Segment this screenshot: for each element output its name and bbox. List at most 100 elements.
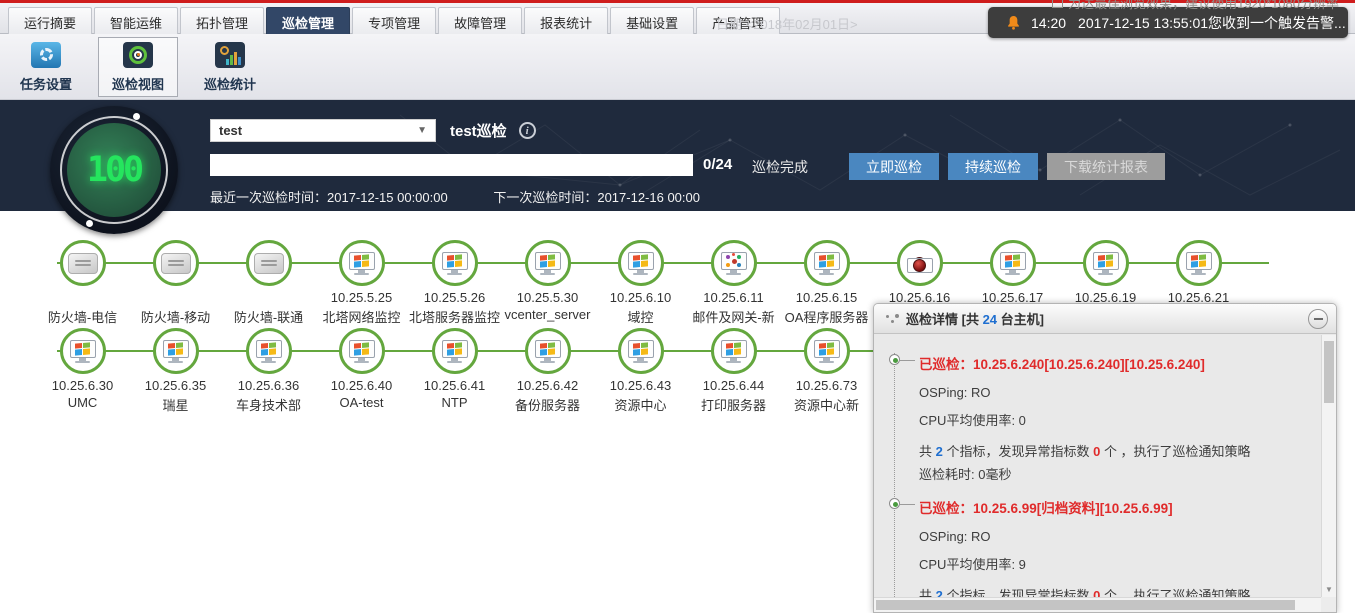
toolbar-item-icon [123, 42, 153, 68]
device-node[interactable]: 10.25.6.40 OA-test [315, 328, 408, 411]
device-name: 防火墙-联通 [222, 307, 315, 323]
device-ip [222, 290, 315, 307]
device-name: 瑞星 [129, 395, 222, 411]
device-node[interactable]: 10.25.6.15 OA程序服务器 [780, 240, 873, 323]
device-ip: 10.25.6.11 [687, 290, 780, 307]
device-circle[interactable] [60, 240, 106, 286]
device-name: 北塔服务器监控 [408, 307, 501, 323]
device-circle[interactable] [1176, 240, 1222, 286]
device-node[interactable]: 10.25.6.11 邮件及网关-新 [687, 240, 780, 323]
device-circle[interactable] [897, 240, 943, 286]
tree-bullet-icon[interactable] [889, 354, 900, 365]
device-icon [442, 340, 468, 363]
host-count: 24 [983, 312, 997, 327]
device-node[interactable]: 10.25.6.41 NTP [408, 328, 501, 411]
device-ip: 10.25.6.15 [780, 290, 873, 307]
device-circle[interactable] [246, 328, 292, 374]
vertical-scrollbar-thumb[interactable] [1324, 341, 1334, 403]
device-circle[interactable] [432, 328, 478, 374]
device-node[interactable]: 10.25.6.43 资源中心 [594, 328, 687, 411]
scrollbar-corner [1321, 597, 1336, 612]
toolbar-item-label: 任务设置 [20, 74, 72, 93]
device-circle[interactable] [618, 328, 664, 374]
device-circle[interactable] [153, 328, 199, 374]
inspection-entry: 已巡检：10.25.6.240[10.25.6.240][10.25.6.240… [895, 353, 1321, 483]
device-icon [442, 252, 468, 275]
horizontal-scrollbar[interactable] [874, 597, 1321, 612]
device-circle[interactable] [60, 328, 106, 374]
device-circle[interactable] [711, 328, 757, 374]
toolbar-item[interactable]: 巡检统计 [190, 37, 270, 97]
task-select[interactable]: test ▼ [210, 119, 436, 142]
device-circle[interactable] [804, 240, 850, 286]
next-inspection-time: 下一次巡检时间：2017-12-16 00:00 [493, 190, 700, 205]
page-root: { "icons": { "dropdown_arrow": "▼", "inf… [0, 0, 1355, 607]
inspection-hero-panel: 100 test ▼ test巡检 i 0/24 巡检完成 立即巡检 持续巡检 … [0, 100, 1355, 211]
checkbox-icon[interactable] [1052, 0, 1063, 8]
resolution-notice: 为达最佳浏览效果，建议使用1920*1080分辨率 [1052, 0, 1339, 12]
minimize-button[interactable] [1308, 309, 1328, 329]
entry-title[interactable]: 已巡检：10.25.6.99[归档资料][10.25.6.99] [919, 497, 1321, 517]
view-toolbar: 任务设置 巡检视图 巡检统计 [0, 34, 1355, 100]
device-circle[interactable] [525, 240, 571, 286]
entry-title[interactable]: 已巡检：10.25.6.240[10.25.6.240][10.25.6.240… [919, 353, 1321, 373]
device-icon [349, 252, 375, 275]
panel-title-suffix: 台主机] [997, 312, 1044, 327]
device-circle[interactable] [339, 240, 385, 286]
device-ip: 10.25.5.25 [315, 290, 408, 307]
device-ip: 10.25.6.41 [408, 378, 501, 395]
device-node[interactable]: 10.25.6.73 资源中心新 [780, 328, 873, 411]
device-ip: 10.25.5.26 [408, 290, 501, 307]
device-circle[interactable] [525, 328, 571, 374]
device-name: 打印服务器 [687, 395, 780, 411]
device-node[interactable]: 10.25.5.26 北塔服务器监控 [408, 240, 501, 323]
toolbar-item-icon [31, 42, 61, 68]
device-name: NTP [408, 395, 501, 411]
toolbar-item[interactable]: 任务设置 [6, 37, 86, 97]
entry-metrics: 共 2 个指标，发现异常指标数 0 个 ，执行了巡检通知策略 [919, 441, 1321, 460]
device-circle[interactable] [1083, 240, 1129, 286]
device-circle[interactable] [711, 240, 757, 286]
detail-panel-header[interactable]: 巡检详情 [共 24 台主机] [874, 304, 1336, 334]
device-circle[interactable] [990, 240, 1036, 286]
task-title: test巡检 [450, 120, 507, 141]
device-node[interactable]: 10.25.5.25 北塔网络监控 [315, 240, 408, 323]
device-ip: 10.25.5.30 [501, 290, 594, 307]
metrics-text: 个指标，发现异常指标数 [943, 588, 1093, 597]
device-node[interactable]: 10.25.6.36 车身技术部 [222, 328, 315, 411]
device-node[interactable]: 10.25.6.35 瑞星 [129, 328, 222, 411]
tree-bullet-icon[interactable] [889, 498, 900, 509]
vertical-scrollbar[interactable]: ▼ [1321, 335, 1336, 597]
device-node[interactable]: 10.25.6.30 UMC [36, 328, 129, 411]
action-button[interactable]: 下载统计报表 [1047, 153, 1165, 180]
device-circle[interactable] [804, 328, 850, 374]
horizontal-scrollbar-thumb[interactable] [876, 600, 1295, 610]
device-circle[interactable] [339, 328, 385, 374]
device-icon [814, 340, 840, 363]
action-button[interactable]: 持续巡检 [948, 153, 1038, 180]
info-icon[interactable]: i [519, 122, 536, 139]
device-node[interactable]: 10.25.6.10 域控 [594, 240, 687, 323]
device-node[interactable]: 防火墙-电信 [36, 240, 129, 323]
toast-time: 14:20 [1031, 15, 1066, 31]
metrics-text: 个 ，执行了巡检通知策略 [1100, 444, 1250, 459]
device-node[interactable]: 10.25.5.30 vcenter_server [501, 240, 594, 323]
device-circle[interactable] [432, 240, 478, 286]
device-node[interactable]: 防火墙-移动 [129, 240, 222, 323]
entry-cpu: CPU平均使用率: 9 [919, 554, 1321, 573]
device-circle[interactable] [246, 240, 292, 286]
device-name: vcenter_server [501, 307, 594, 323]
action-button[interactable]: 立即巡检 [849, 153, 939, 180]
device-node[interactable]: 10.25.6.44 打印服务器 [687, 328, 780, 411]
scroll-down-arrow-icon[interactable]: ▼ [1322, 585, 1336, 594]
device-circle[interactable] [618, 240, 664, 286]
metrics-text: 共 [919, 588, 936, 597]
device-node[interactable]: 10.25.6.42 备份服务器 [501, 328, 594, 411]
progress-count: 0/24 [703, 156, 732, 173]
gauge-dot [133, 113, 140, 120]
entry-osping: OSPing: RO [919, 529, 1321, 544]
toolbar-item[interactable]: 巡检视图 [98, 37, 178, 97]
device-node[interactable]: 防火墙-联通 [222, 240, 315, 323]
device-circle[interactable] [153, 240, 199, 286]
inspection-times: 最近一次巡检时间：2017-12-15 00:00:00 下一次巡检时间：201… [210, 187, 742, 206]
